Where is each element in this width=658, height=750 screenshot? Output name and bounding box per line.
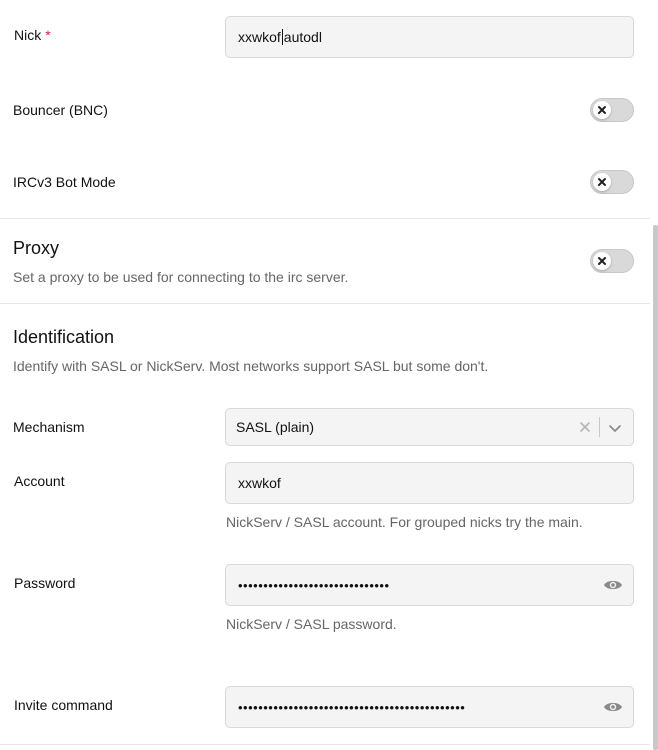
- scrollbar[interactable]: [653, 225, 658, 750]
- nick-value-after: autodl: [283, 29, 322, 45]
- eye-icon[interactable]: [603, 578, 623, 592]
- divider: [0, 218, 650, 219]
- mechanism-value: SASL (plain): [236, 419, 315, 435]
- toggle-knob: [593, 252, 611, 270]
- bouncer-toggle[interactable]: [590, 98, 634, 122]
- required-mark: *: [45, 27, 51, 43]
- eye-icon[interactable]: [603, 700, 623, 714]
- invite-command-input[interactable]: ••••••••••••••••••••••••••••••••••••••••…: [225, 686, 634, 728]
- invite-command-label: Invite command: [14, 697, 113, 713]
- password-help: NickServ / SASL password.: [226, 616, 397, 632]
- identification-title: Identification: [13, 327, 115, 347]
- close-icon: [598, 257, 606, 265]
- divider: [0, 744, 650, 745]
- password-input[interactable]: ••••••••••••••••••••••••••••••: [225, 564, 634, 606]
- proxy-description: Set a proxy to be used for connecting to…: [13, 269, 349, 285]
- toggle-knob: [593, 173, 611, 191]
- nick-value-before: xxwkof: [238, 29, 281, 45]
- nick-input[interactable]: xxwkof autodl: [225, 16, 634, 58]
- bot-mode-label: IRCv3 Bot Mode: [13, 174, 116, 190]
- identification-description: Identify with SASL or NickServ. Most net…: [13, 358, 489, 374]
- bot-mode-toggle[interactable]: [590, 170, 634, 194]
- password-value: ••••••••••••••••••••••••••••••: [238, 577, 390, 593]
- account-label: Account: [14, 473, 65, 489]
- proxy-toggle[interactable]: [590, 249, 634, 273]
- account-input[interactable]: xxwkof: [225, 462, 634, 504]
- chevron-down-icon[interactable]: [608, 421, 622, 437]
- nick-label: Nick *: [14, 27, 51, 43]
- close-icon: [598, 178, 606, 186]
- password-label: Password: [14, 575, 76, 591]
- toggle-knob: [593, 101, 611, 119]
- invite-command-value: ••••••••••••••••••••••••••••••••••••••••…: [238, 699, 466, 715]
- account-value: xxwkof: [238, 475, 281, 491]
- close-icon: [598, 106, 606, 114]
- proxy-title: Proxy: [13, 238, 60, 258]
- text-cursor: [281, 29, 283, 45]
- clear-icon[interactable]: [579, 420, 591, 436]
- divider: [0, 303, 650, 304]
- select-separator: [599, 417, 600, 437]
- mechanism-select[interactable]: SASL (plain): [225, 408, 634, 446]
- nick-label-text: Nick: [14, 27, 42, 43]
- mechanism-label: Mechanism: [13, 419, 85, 435]
- bouncer-label: Bouncer (BNC): [13, 102, 108, 118]
- account-help: NickServ / SASL account. For grouped nic…: [226, 514, 583, 530]
